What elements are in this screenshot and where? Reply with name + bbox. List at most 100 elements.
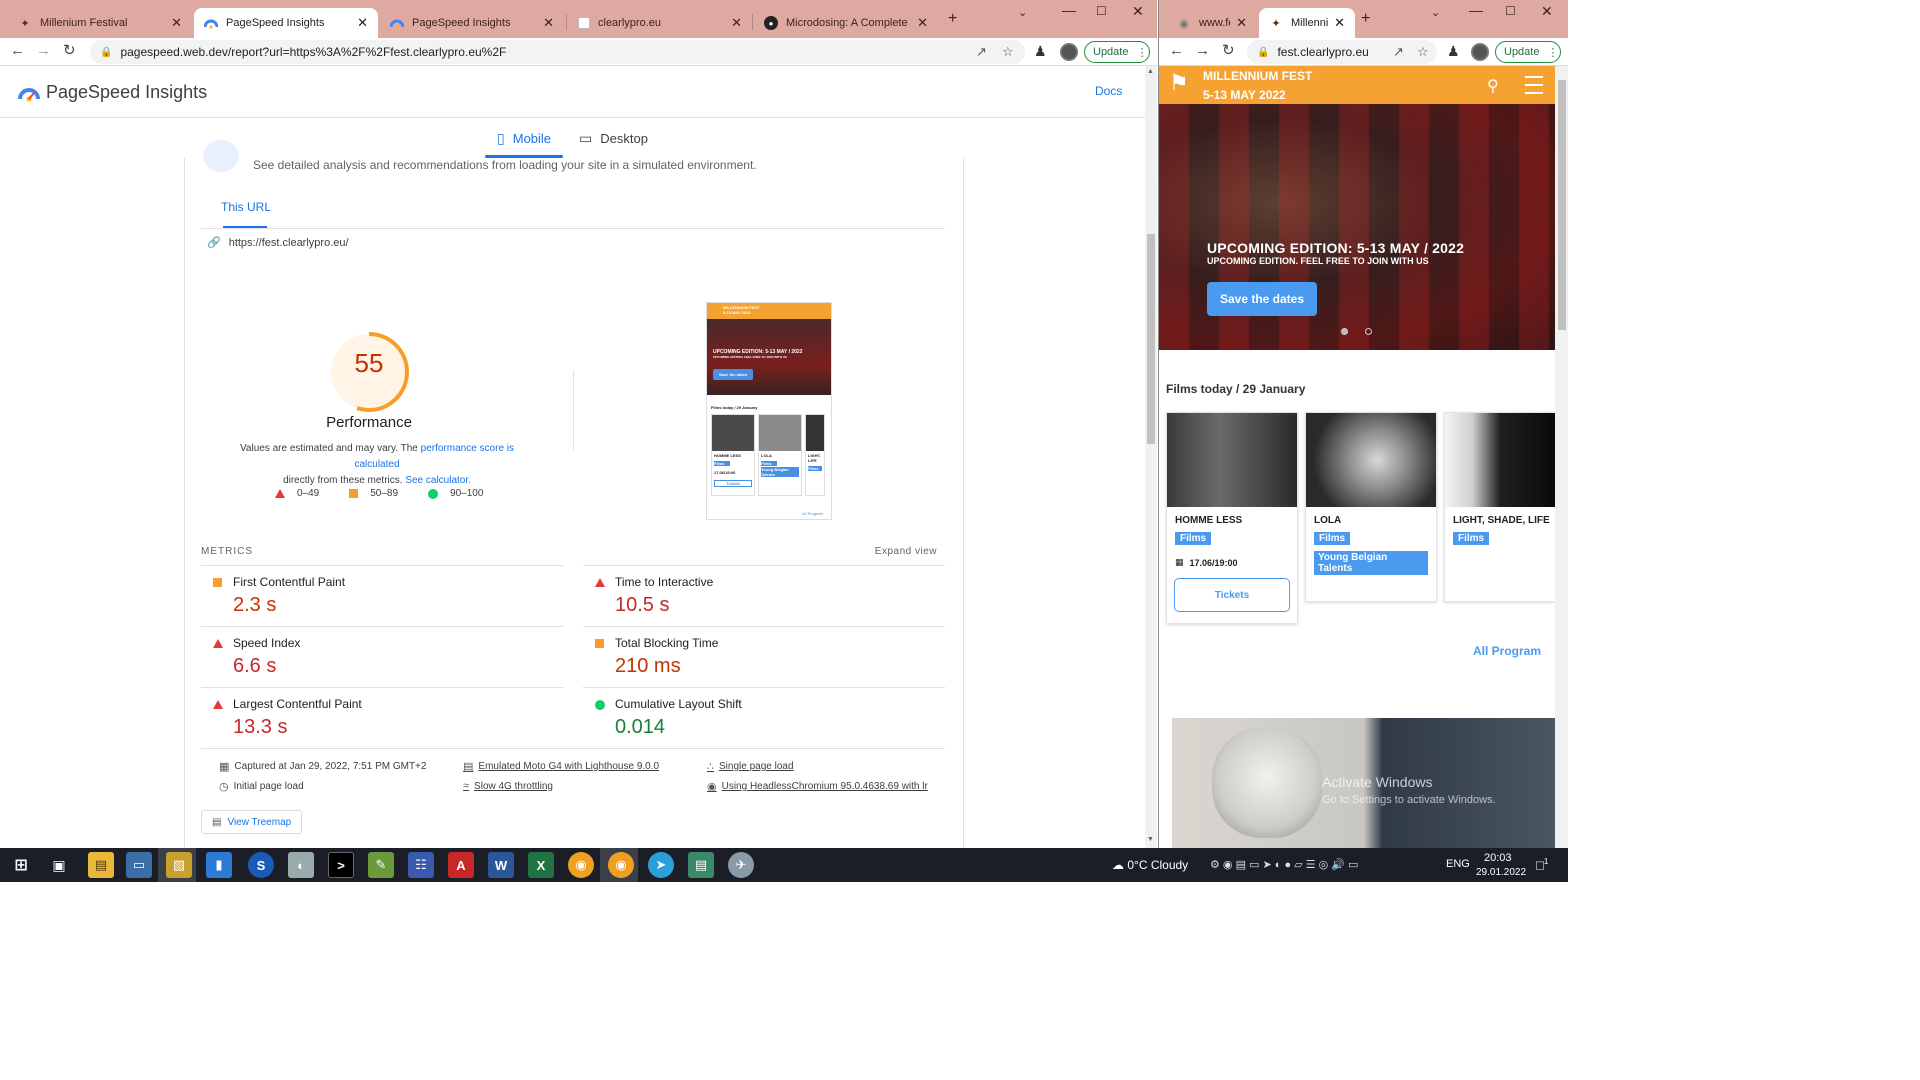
film-tag[interactable]: Films: [1314, 532, 1351, 545]
save-the-dates-button[interactable]: Save the dates: [1207, 282, 1317, 316]
view-treemap-button[interactable]: ▤ View Treemap: [201, 810, 303, 834]
festival-logo-icon[interactable]: ⚑: [1169, 70, 1193, 100]
maximize-icon[interactable]: ☐: [1505, 4, 1516, 18]
chrome-icon[interactable]: ◉: [568, 852, 594, 878]
close-icon[interactable]: ✕: [917, 15, 928, 31]
scroll-thumb[interactable]: [1147, 234, 1155, 444]
app-icon-plane[interactable]: ✈: [728, 852, 754, 878]
app-icon-monitor[interactable]: ▭: [126, 852, 152, 878]
bookmark-star-icon[interactable]: ☆: [1417, 44, 1429, 60]
bookmark-star-icon[interactable]: ☆: [1002, 44, 1014, 60]
app-icon-skype[interactable]: S: [248, 852, 274, 878]
close-icon[interactable]: ✕: [1334, 15, 1345, 31]
all-program-link[interactable]: All Program: [1473, 644, 1541, 658]
acrobat-icon[interactable]: A: [448, 852, 474, 878]
close-icon[interactable]: ✕: [731, 15, 742, 31]
tab-desktop[interactable]: ▭ Desktop: [567, 118, 660, 158]
tray-icons[interactable]: ⚙ ◉ ▤ ▭ ➤ ◐ ● ▱ ☰ ◎ 🔊 ▭: [1210, 858, 1358, 871]
maximize-icon[interactable]: ☐: [1096, 4, 1107, 18]
windows-start-icon[interactable]: ⊞: [8, 852, 34, 878]
update-button[interactable]: Update ⋮: [1495, 41, 1561, 63]
tickets-button[interactable]: Tickets: [1174, 578, 1290, 612]
tab-pagespeed-insights-active[interactable]: PageSpeed Insights ✕: [194, 8, 378, 38]
clock-date[interactable]: 29.01.2022: [1476, 867, 1526, 878]
back-icon[interactable]: ←: [1169, 42, 1184, 60]
app-icon-image[interactable]: ◐: [288, 852, 314, 878]
close-icon[interactable]: ✕: [1236, 15, 1247, 31]
reload-icon[interactable]: ↻: [63, 42, 76, 60]
minimize-icon[interactable]: —: [1062, 2, 1076, 18]
tab-mobile[interactable]: ▯ Mobile: [485, 118, 564, 158]
new-tab-icon[interactable]: +: [1361, 10, 1370, 28]
close-icon[interactable]: ✕: [543, 15, 554, 31]
app-icon-sheet[interactable]: ▤: [688, 852, 714, 878]
docs-link[interactable]: Docs: [1095, 84, 1145, 98]
telegram-icon[interactable]: ➤: [648, 852, 674, 878]
tab-microdosing[interactable]: ● Microdosing: A Complete Guid ✕: [754, 8, 938, 38]
film-tag[interactable]: Films: [1175, 532, 1212, 545]
profile-avatar[interactable]: [1060, 43, 1078, 61]
close-icon[interactable]: ✕: [171, 15, 182, 31]
tab-this-url[interactable]: This URL: [221, 200, 271, 214]
extension-puzzle-icon[interactable]: ♟: [1447, 43, 1460, 60]
tab-www-fes[interactable]: ◉ www.fes ✕: [1167, 8, 1257, 38]
word-icon[interactable]: W: [488, 852, 514, 878]
scroll-down-icon[interactable]: ▼: [1147, 836, 1154, 843]
env-browser[interactable]: ◉ Using HeadlessChromium 95.0.4638.69 wit…: [707, 780, 929, 793]
extension-puzzle-icon[interactable]: ♟: [1034, 43, 1047, 60]
update-button[interactable]: Update ⋮: [1084, 41, 1150, 63]
env-device[interactable]: ▤ Emulated Moto G4 with Lighthouse 9.0.0: [463, 760, 659, 773]
back-icon[interactable]: ←: [10, 42, 25, 60]
tab-millennium-active[interactable]: ✦ Millenniu ✕: [1259, 8, 1355, 38]
reload-icon[interactable]: ↻: [1222, 42, 1235, 60]
page-scrollbar[interactable]: [1555, 66, 1568, 848]
minimize-icon[interactable]: —: [1469, 2, 1483, 18]
address-bar[interactable]: 🔒 pagespeed.web.dev/report?url=https%3A%…: [90, 40, 1025, 64]
page-scrollbar[interactable]: ▲ ▼: [1145, 66, 1157, 848]
excel-icon[interactable]: X: [528, 852, 554, 878]
film-card[interactable]: HOMME LESS Films ▦ 17.06/19:00 Tickets: [1166, 412, 1298, 624]
language-indicator[interactable]: ENG: [1446, 858, 1470, 870]
close-window-icon[interactable]: ✕: [1132, 3, 1144, 20]
film-card[interactable]: LOLA Films Young Belgian Talents: [1305, 412, 1437, 602]
tab-clearlypro[interactable]: clearlypro.eu ✕: [568, 8, 752, 38]
weather-widget[interactable]: ☁ 0°C Cloudy: [1112, 858, 1188, 872]
env-throttling[interactable]: ≈ Slow 4G throttling: [463, 780, 553, 792]
profile-avatar[interactable]: [1471, 43, 1489, 61]
chrome-icon[interactable]: ◉: [608, 852, 634, 878]
clock-time[interactable]: 20:03: [1484, 852, 1512, 864]
forward-icon[interactable]: →: [1195, 42, 1210, 60]
scroll-up-icon[interactable]: ▲: [1147, 68, 1154, 75]
network-app-icon[interactable]: ☷: [408, 852, 434, 878]
file-explorer-icon[interactable]: ▤: [88, 852, 114, 878]
film-tag[interactable]: Films: [1453, 532, 1490, 545]
task-view-icon[interactable]: ▣: [46, 852, 72, 878]
address-bar[interactable]: 🔒 fest.clearlypro.eu ↗ ☆: [1247, 40, 1437, 64]
expand-view-button[interactable]: Expand view: [875, 546, 937, 557]
notepad-icon[interactable]: ✎: [368, 852, 394, 878]
tab-pagespeed-insights[interactable]: PageSpeed Insights ✕: [380, 8, 564, 38]
film-tag[interactable]: Young Belgian Talents: [1314, 551, 1428, 575]
notification-center[interactable]: □1: [1536, 857, 1548, 872]
forward-icon[interactable]: →: [36, 42, 51, 60]
hamburger-menu-icon[interactable]: [1525, 76, 1543, 100]
carousel-dot[interactable]: [1365, 328, 1372, 335]
psi-brand[interactable]: PageSpeed Insights: [18, 82, 207, 103]
tab-search-chevron-icon[interactable]: ⌄: [1018, 6, 1027, 19]
scroll-thumb[interactable]: [1558, 80, 1566, 330]
share-icon[interactable]: ↗: [976, 44, 987, 60]
app-icon-word-pad[interactable]: ▮: [206, 852, 232, 878]
env-single-load[interactable]: ∴ Single page load: [707, 760, 794, 773]
tab-millenium-festival[interactable]: ✦ Millenium Festival ✕: [8, 8, 192, 38]
new-tab-icon[interactable]: +: [948, 10, 957, 28]
close-window-icon[interactable]: ✕: [1541, 3, 1553, 20]
carousel-dot-active[interactable]: [1341, 328, 1348, 335]
terminal-icon[interactable]: >: [328, 852, 354, 878]
share-icon[interactable]: ↗: [1393, 44, 1404, 60]
search-icon[interactable]: ⚲: [1487, 76, 1499, 96]
app-icon-archive[interactable]: ▧: [166, 852, 192, 878]
film-card[interactable]: LIGHT, SHADE, LIFE Films: [1444, 412, 1555, 602]
tab-search-chevron-icon[interactable]: ⌄: [1431, 6, 1440, 19]
close-icon[interactable]: ✕: [357, 15, 368, 31]
calculator-link[interactable]: See calculator.: [405, 475, 471, 486]
